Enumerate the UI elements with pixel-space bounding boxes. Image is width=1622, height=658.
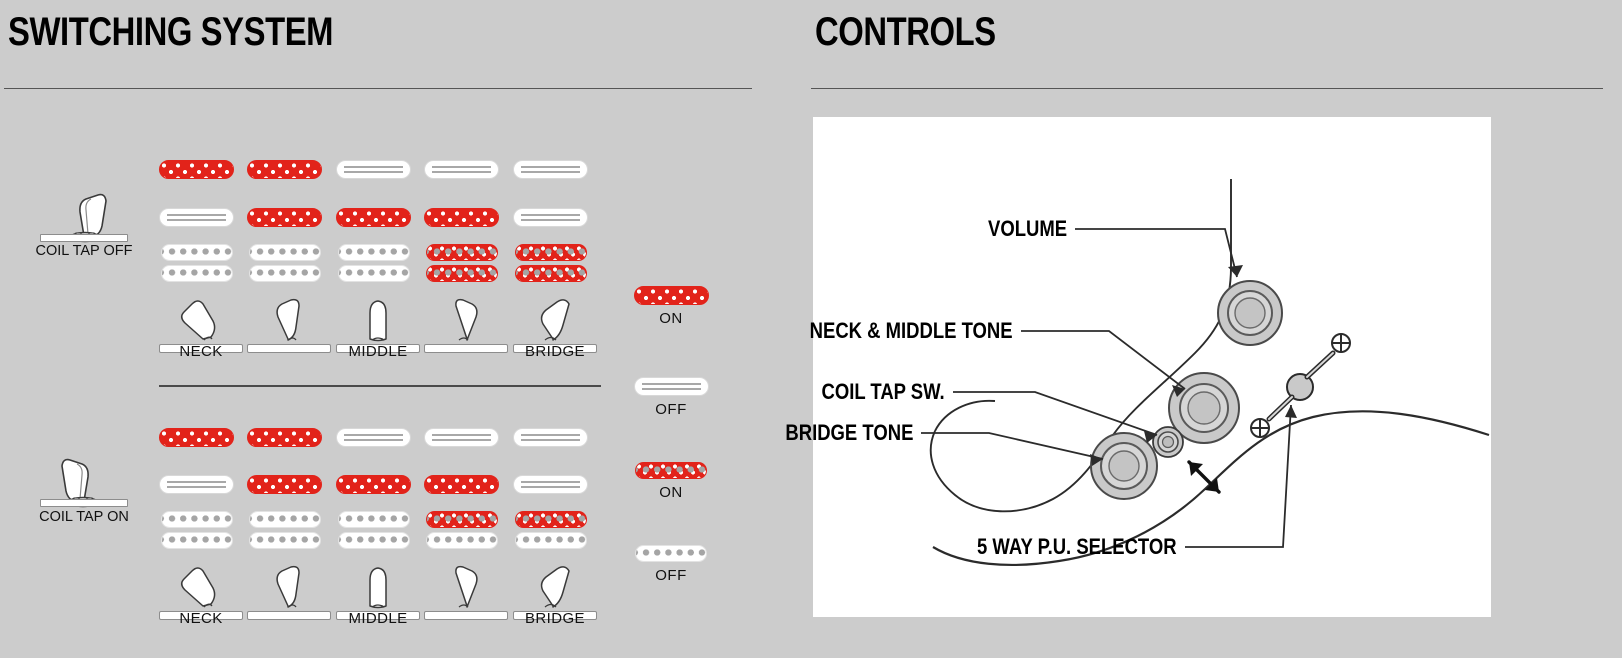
switch-lever-pos2-off[interactable] — [247, 295, 331, 353]
legend-swatch-off-hbc — [635, 545, 707, 562]
switch-position-label-middle-on: MIDDLE — [348, 610, 408, 627]
control-label-pu-selector: 5 WAY P.U. SELECTOR — [977, 534, 1177, 559]
pickup-bridge-on-pos4 — [426, 511, 498, 549]
pickup-neck-pos2 — [247, 160, 322, 179]
legend-off-label-bottom: OFF — [655, 567, 687, 584]
leader-neck-middle-tone — [1021, 330, 1186, 397]
legend-swatch-off-sc — [633, 377, 709, 396]
legend-on-humbucker: ON — [631, 462, 711, 501]
pickup-middle-on-pos2 — [247, 475, 322, 494]
pickup-middle-on-pos3 — [336, 475, 411, 494]
legend-swatch-on-hbc — [635, 462, 707, 479]
control-label-volume: VOLUME — [987, 216, 1067, 241]
five-way-selector[interactable] — [1266, 350, 1336, 422]
switch-base-pos2-off — [247, 344, 331, 353]
control-label-bridge-tone: BRIDGE TONE — [784, 420, 913, 445]
pickup-bridge-on-pos3 — [338, 511, 410, 549]
pickup-neck-pos5 — [513, 160, 588, 179]
legend-off-label: OFF — [655, 401, 687, 418]
pickup-bridge-pos1 — [161, 244, 233, 282]
legend-on-label: ON — [659, 310, 683, 327]
pickup-bridge-pos2 — [249, 244, 321, 282]
coil-tap-switch-knob[interactable] — [1152, 426, 1184, 458]
control-label-coil-tap-sw: COIL TAP SW. — [821, 379, 945, 404]
pickup-middle-pos5 — [513, 208, 588, 227]
pickup-neck-on-pos3 — [336, 428, 411, 447]
volume-knob[interactable] — [1217, 280, 1283, 346]
controls-header-rule — [811, 88, 1603, 89]
pickup-neck-on-pos2 — [247, 428, 322, 447]
selector-screw-bottom-icon — [1250, 418, 1270, 438]
switch-position-label-bridge-off: BRIDGE — [525, 343, 585, 360]
push-pull-arrow-icon — [1187, 460, 1221, 494]
pickup-middle-pos4 — [424, 208, 499, 227]
page-title-controls: CONTROLS — [815, 10, 996, 54]
pickup-middle-on-pos5 — [513, 475, 588, 494]
page-root: SWITCHING SYSTEM CONTROLS COIL TAP OFF N… — [0, 0, 1622, 658]
switch-lever-pos4-on[interactable] — [424, 562, 508, 620]
legend-off-humbucker: OFF — [631, 545, 711, 584]
toggle-lever-on-icon — [61, 458, 98, 508]
switch-lever-pos4-off[interactable] — [424, 295, 508, 353]
pickup-bridge-on-pos1 — [161, 511, 233, 549]
legend-swatch-on-sc — [633, 286, 709, 305]
switch-position-label-neck-off: NECK — [179, 343, 223, 360]
pickup-neck-pos1 — [159, 160, 234, 179]
pickup-bridge-on-pos2 — [249, 511, 321, 549]
legend-on-singlecoil: ON — [631, 286, 711, 327]
pickup-middle-on-pos1 — [159, 475, 234, 494]
pickup-bridge-pos5 — [515, 244, 587, 282]
switch-base-pos4-off — [424, 344, 508, 353]
leader-volume — [1075, 228, 1243, 278]
legend-off-singlecoil: OFF — [631, 377, 711, 418]
leader-bridge-tone — [921, 432, 1104, 466]
pickup-neck-pos3 — [336, 160, 411, 179]
pickup-neck-pos4 — [424, 160, 499, 179]
pickguard-outline-lower — [934, 399, 996, 432]
switch-position-label-middle-off: MIDDLE — [348, 343, 408, 360]
switching-header-rule — [4, 88, 752, 89]
pickup-bridge-pos4 — [426, 244, 498, 282]
coil-tap-on-toggle[interactable] — [36, 455, 132, 517]
pickup-neck-on-pos4 — [424, 428, 499, 447]
switch-base-pos4-on — [424, 611, 508, 620]
switch-base-pos2-on — [247, 611, 331, 620]
coil-tap-on-label: COIL TAP ON — [39, 509, 129, 525]
pickup-bridge-pos3 — [338, 244, 410, 282]
switch-position-label-neck-on: NECK — [179, 610, 223, 627]
selector-screw-top-icon — [1331, 333, 1351, 353]
pickup-middle-pos3 — [336, 208, 411, 227]
pickup-bridge-on-pos5 — [515, 511, 587, 549]
pickup-middle-on-pos4 — [424, 475, 499, 494]
coil-tap-off-label: COIL TAP OFF — [35, 243, 133, 259]
pickup-middle-pos1 — [159, 208, 234, 227]
legend-on-label-bottom: ON — [659, 484, 683, 501]
pickup-neck-on-pos5 — [513, 428, 588, 447]
toggle-base-plate-off — [40, 234, 128, 242]
toggle-base-plate-on — [40, 499, 128, 507]
controls-diagram-card: VOLUME NECK & MIDDLE TONE COIL TAP SW. B… — [785, 117, 1491, 617]
page-title-switching-system: SWITCHING SYSTEM — [8, 10, 334, 54]
control-label-neck-middle-tone: NECK & MIDDLE TONE — [810, 318, 1013, 343]
switch-position-label-bridge-on: BRIDGE — [525, 610, 585, 627]
pickup-middle-pos2 — [247, 208, 322, 227]
switching-sections-divider — [159, 385, 601, 387]
pickup-neck-on-pos1 — [159, 428, 234, 447]
switch-lever-pos2-on[interactable] — [247, 562, 331, 620]
